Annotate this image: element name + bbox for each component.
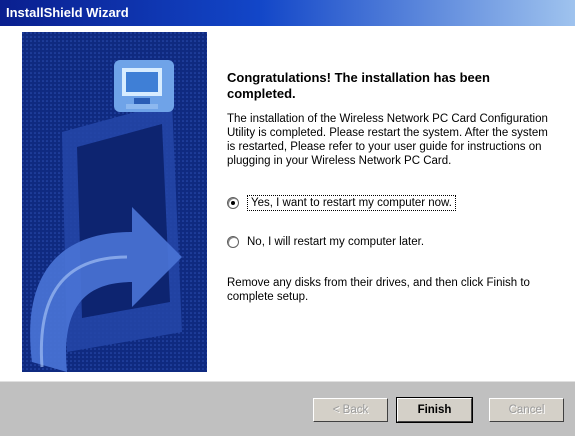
message-area: Congratulations! The installation has be… [227, 32, 557, 168]
restart-now-option[interactable]: Yes, I want to restart my computer now. [227, 195, 456, 211]
computer-icon [114, 60, 174, 112]
completion-heading: Congratulations! The installation has be… [227, 70, 490, 101]
radio-unselected-icon[interactable] [227, 236, 239, 248]
title-bar[interactable]: InstallShield Wizard [0, 0, 575, 26]
cancel-button[interactable]: Cancel [489, 398, 564, 422]
remove-disks-note: Remove any disks from their drives, and … [227, 277, 530, 303]
radio-selected-icon[interactable] [227, 197, 239, 209]
restart-later-option[interactable]: No, I will restart my computer later. [227, 236, 424, 248]
restart-later-label[interactable]: No, I will restart my computer later. [247, 236, 424, 248]
button-bar: < Back Finish Cancel [0, 381, 575, 436]
window-title: InstallShield Wizard [6, 5, 129, 20]
installshield-wizard-window: InstallShield Wizard Congratulations! Th… [0, 0, 575, 436]
setup-computer-illustration [22, 32, 207, 372]
restart-now-label[interactable]: Yes, I want to restart my computer now. [247, 195, 456, 211]
back-button[interactable]: < Back [313, 398, 388, 422]
finish-button[interactable]: Finish [396, 397, 473, 423]
side-banner-image [22, 32, 207, 372]
completion-description: The installation of the Wireless Network… [227, 113, 548, 167]
